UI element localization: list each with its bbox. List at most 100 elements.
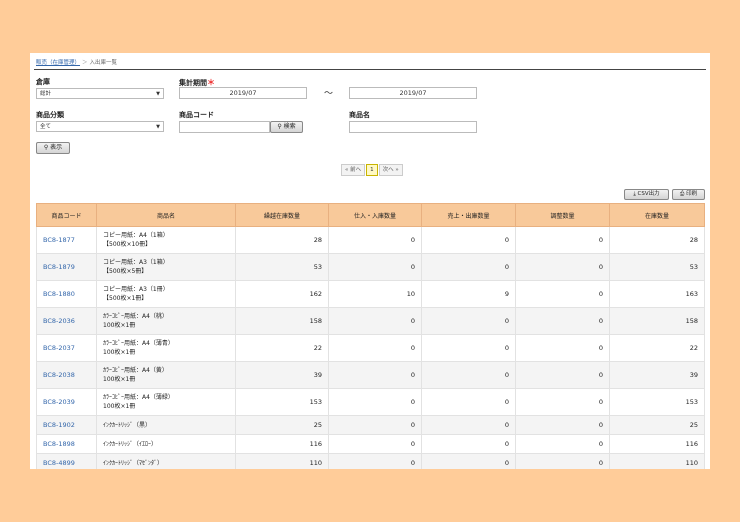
col-header-code[interactable]: 商品コード xyxy=(36,203,97,227)
product-name-line2: 【500枚×1冊】 xyxy=(103,295,148,302)
product-code-link[interactable]: BC8-1880 xyxy=(36,280,97,308)
breadcrumb-separator: ＞ xyxy=(82,60,88,66)
adjust-qty: 0 xyxy=(515,453,610,469)
table-row: BC8-1879 コピー用紙：A3（1箱） 【500枚×5冊】 53 0 0 0 … xyxy=(36,253,705,281)
carry-qty: 162 xyxy=(235,280,329,308)
table-row: BC8-1880 コピー用紙：A3（1冊） 【500枚×1冊】 162 10 9 … xyxy=(36,280,705,308)
col-header-adjust[interactable]: 調整数量 xyxy=(515,203,610,227)
product-code-input[interactable] xyxy=(179,121,270,133)
stock-qty: 116 xyxy=(609,434,705,454)
col-header-carry[interactable]: 繰越在庫数量 xyxy=(235,203,329,227)
product-code-link[interactable]: BC8-1879 xyxy=(36,253,97,281)
product-code-link[interactable]: BC8-1902 xyxy=(36,415,97,435)
product-name: コピー用紙：A4（1箱） 【500枚×10冊】 xyxy=(96,226,236,254)
table-row: BC8-2039 ｶﾗｰｺﾋﾟｰ用紙：A4（薄緑） 100枚×1冊 153 0 0… xyxy=(36,388,705,416)
product-name: ｲﾝｸｶｰﾄﾘｯｼﾞ（黒） xyxy=(96,415,236,435)
inventory-table: 商品コード 商品名 繰越在庫数量 仕入・入庫数量 売上・出庫数量 調整数量 在庫… xyxy=(36,203,705,469)
product-name: ｶﾗｰｺﾋﾟｰ用紙：A4（薄青） 100枚×1冊 xyxy=(96,334,236,362)
breadcrumb-current: 入出庫一覧 xyxy=(89,60,118,66)
stock-qty: 110 xyxy=(609,453,705,469)
out-qty: 0 xyxy=(421,388,516,416)
product-code-link[interactable]: BC8-4899 xyxy=(36,453,97,469)
in-qty: 0 xyxy=(328,388,422,416)
product-name-input[interactable] xyxy=(349,121,477,133)
stock-qty: 153 xyxy=(609,388,705,416)
product-name: ｶﾗｰｺﾋﾟｰ用紙：A4（桃） 100枚×1冊 xyxy=(96,307,236,335)
stock-qty: 158 xyxy=(609,307,705,335)
search-icon: ⚲ xyxy=(277,123,282,130)
table-row: BC8-2036 ｶﾗｰｺﾋﾟｰ用紙：A4（桃） 100枚×1冊 158 0 0 … xyxy=(36,307,705,335)
product-name: ｶﾗｰｺﾋﾟｰ用紙：A4（薄緑） 100枚×1冊 xyxy=(96,388,236,416)
pager-current[interactable]: 1 xyxy=(366,164,378,176)
col-header-stock[interactable]: 在庫数量 xyxy=(609,203,705,227)
product-name: コピー用紙：A3（1冊） 【500枚×1冊】 xyxy=(96,280,236,308)
product-code-link[interactable]: BC8-2036 xyxy=(36,307,97,335)
product-name: ｲﾝｸｶｰﾄﾘｯｼﾞ（ﾏｾﾞﾝﾀﾞ） xyxy=(96,453,236,469)
category-select[interactable]: 全て ▼ xyxy=(36,121,164,132)
product-code-label: 商品コード xyxy=(179,111,214,119)
period-separator: 〜 xyxy=(324,89,334,99)
carry-qty: 28 xyxy=(235,226,329,254)
product-code-link[interactable]: BC8-2039 xyxy=(36,388,97,416)
product-code-link[interactable]: BC8-1898 xyxy=(36,434,97,454)
stock-qty: 28 xyxy=(609,226,705,254)
in-qty: 0 xyxy=(328,415,422,435)
category-select-value: 全て xyxy=(40,124,52,130)
product-code-link[interactable]: BC8-2038 xyxy=(36,361,97,389)
table-row: BC8-2037 ｶﾗｰｺﾋﾟｰ用紙：A4（薄青） 100枚×1冊 22 0 0 … xyxy=(36,334,705,362)
table-header-row: 商品コード 商品名 繰越在庫数量 仕入・入庫数量 売上・出庫数量 調整数量 在庫… xyxy=(36,203,705,227)
col-header-name[interactable]: 商品名 xyxy=(96,203,236,227)
product-name: ｶﾗｰｺﾋﾟｰ用紙：A4（黄） 100枚×1冊 xyxy=(96,361,236,389)
warehouse-select-value: 総計 xyxy=(40,91,52,97)
col-header-out[interactable]: 売上・出庫数量 xyxy=(421,203,516,227)
carry-qty: 53 xyxy=(235,253,329,281)
main-panel: 販売（在庫管理）＞入出庫一覧 倉庫 総計 ▼ 集計期間＊ 2019/07 〜 2… xyxy=(30,53,710,469)
chevron-down-icon: ▼ xyxy=(156,124,160,130)
product-name-label: 商品名 xyxy=(349,111,370,119)
table-row: BC8-2038 ｶﾗｰｺﾋﾟｰ用紙：A4（黄） 100枚×1冊 39 0 0 0… xyxy=(36,361,705,389)
product-name: ｲﾝｸｶｰﾄﾘｯｼﾞ（ｲｴﾛｰ） xyxy=(96,434,236,454)
col-header-in[interactable]: 仕入・入庫数量 xyxy=(328,203,422,227)
warehouse-select[interactable]: 総計 ▼ xyxy=(36,88,164,99)
product-name-line2: 【500枚×10冊】 xyxy=(103,241,152,248)
carry-qty: 116 xyxy=(235,434,329,454)
adjust-qty: 0 xyxy=(515,361,610,389)
csv-export-button[interactable]: ⤓ CSV出力 xyxy=(624,189,669,200)
required-mark: ＊ xyxy=(207,78,215,87)
search-button[interactable]: ⚲ 検索 xyxy=(270,121,303,133)
show-button[interactable]: ⚲ 表示 xyxy=(36,142,70,154)
out-qty: 0 xyxy=(421,334,516,362)
breadcrumb: 販売（在庫管理）＞入出庫一覧 xyxy=(36,58,117,66)
pager-prev[interactable]: « 前へ xyxy=(341,164,366,176)
adjust-qty: 0 xyxy=(515,253,610,281)
printer-icon: ⎙ xyxy=(679,191,685,197)
pager-next[interactable]: 次へ » xyxy=(378,164,403,176)
pagination: « 前へ 1 次へ » xyxy=(341,164,404,176)
stock-qty: 22 xyxy=(609,334,705,362)
adjust-qty: 0 xyxy=(515,226,610,254)
in-qty: 0 xyxy=(328,253,422,281)
in-qty: 0 xyxy=(328,361,422,389)
period-to-input[interactable]: 2019/07 xyxy=(349,87,477,99)
table-row: BC8-1877 コピー用紙：A4（1箱） 【500枚×10冊】 28 0 0 0… xyxy=(36,226,705,254)
period-from-input[interactable]: 2019/07 xyxy=(179,87,307,99)
in-qty: 10 xyxy=(328,280,422,308)
download-icon: ⤓ xyxy=(633,191,636,197)
adjust-qty: 0 xyxy=(515,415,610,435)
warehouse-label: 倉庫 xyxy=(36,78,50,86)
show-button-label: 表示 xyxy=(50,144,63,151)
print-button[interactable]: ⎙ 印刷 xyxy=(672,189,705,200)
stock-qty: 163 xyxy=(609,280,705,308)
in-qty: 0 xyxy=(328,226,422,254)
product-name-line2: 100枚×1冊 xyxy=(103,322,136,329)
adjust-qty: 0 xyxy=(515,388,610,416)
stock-qty: 39 xyxy=(609,361,705,389)
product-code-link[interactable]: BC8-2037 xyxy=(36,334,97,362)
carry-qty: 110 xyxy=(235,453,329,469)
search-icon: ⚲ xyxy=(43,144,49,151)
carry-qty: 158 xyxy=(235,307,329,335)
breadcrumb-parent-link[interactable]: 販売（在庫管理） xyxy=(36,60,80,66)
product-code-link[interactable]: BC8-1877 xyxy=(36,226,97,254)
out-qty: 0 xyxy=(421,226,516,254)
product-name-line1: コピー用紙：A3（1箱） xyxy=(103,259,169,266)
